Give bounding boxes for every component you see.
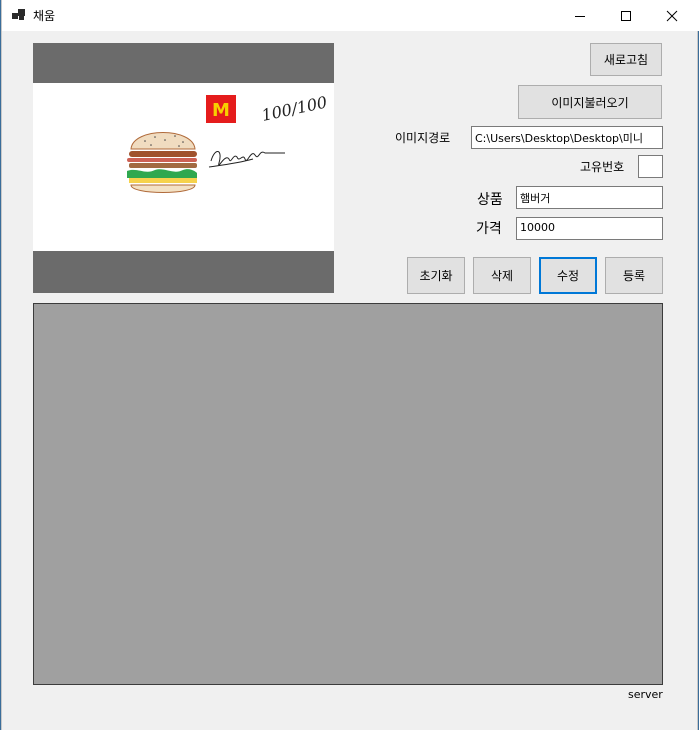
burger-drawing: M 100/100 — [127, 93, 329, 193]
maximize-icon — [621, 10, 631, 21]
unique-id-field[interactable] — [638, 155, 663, 178]
reset-button[interactable]: 초기화 — [407, 257, 465, 294]
close-button[interactable] — [649, 0, 695, 31]
logo-letter: M — [212, 100, 230, 121]
register-button[interactable]: 등록 — [605, 257, 663, 294]
load-image-button[interactable]: 이미지불러오기 — [518, 85, 662, 119]
refresh-button[interactable]: 새로고침 — [590, 43, 662, 76]
unique-id-label: 고유번호 — [580, 160, 625, 174]
window-title: 채움 — [33, 9, 56, 23]
product-field[interactable]: 햄버거 — [516, 186, 663, 209]
handwriting-score: 100/100 — [260, 93, 329, 125]
minimize-button[interactable] — [557, 0, 603, 31]
app-icon — [12, 9, 25, 20]
title-bar[interactable]: 채움 — [2, 0, 699, 31]
image-path-label: 이미지경로 — [395, 131, 451, 145]
price-label: 가격 — [476, 221, 502, 237]
product-data-grid[interactable] — [33, 303, 663, 685]
product-picture-box: M 100/100 — [33, 43, 334, 293]
maximize-button[interactable] — [603, 0, 649, 31]
server-status-label: server — [628, 688, 663, 701]
main-window: 채움 M 100/100 새로고침 이미지불러오기 이미지경로 C:\Users… — [1, 0, 699, 730]
minimize-icon — [575, 15, 585, 17]
image-path-field[interactable]: C:\Users\Desktop\Desktop\미니 — [471, 126, 663, 149]
close-icon — [666, 10, 678, 21]
product-image: M 100/100 — [33, 83, 334, 251]
delete-button[interactable]: 삭제 — [473, 257, 531, 294]
edit-button[interactable]: 수정 — [539, 257, 597, 294]
price-field[interactable]: 10000 — [516, 217, 663, 240]
product-label: 상품 — [477, 192, 503, 208]
